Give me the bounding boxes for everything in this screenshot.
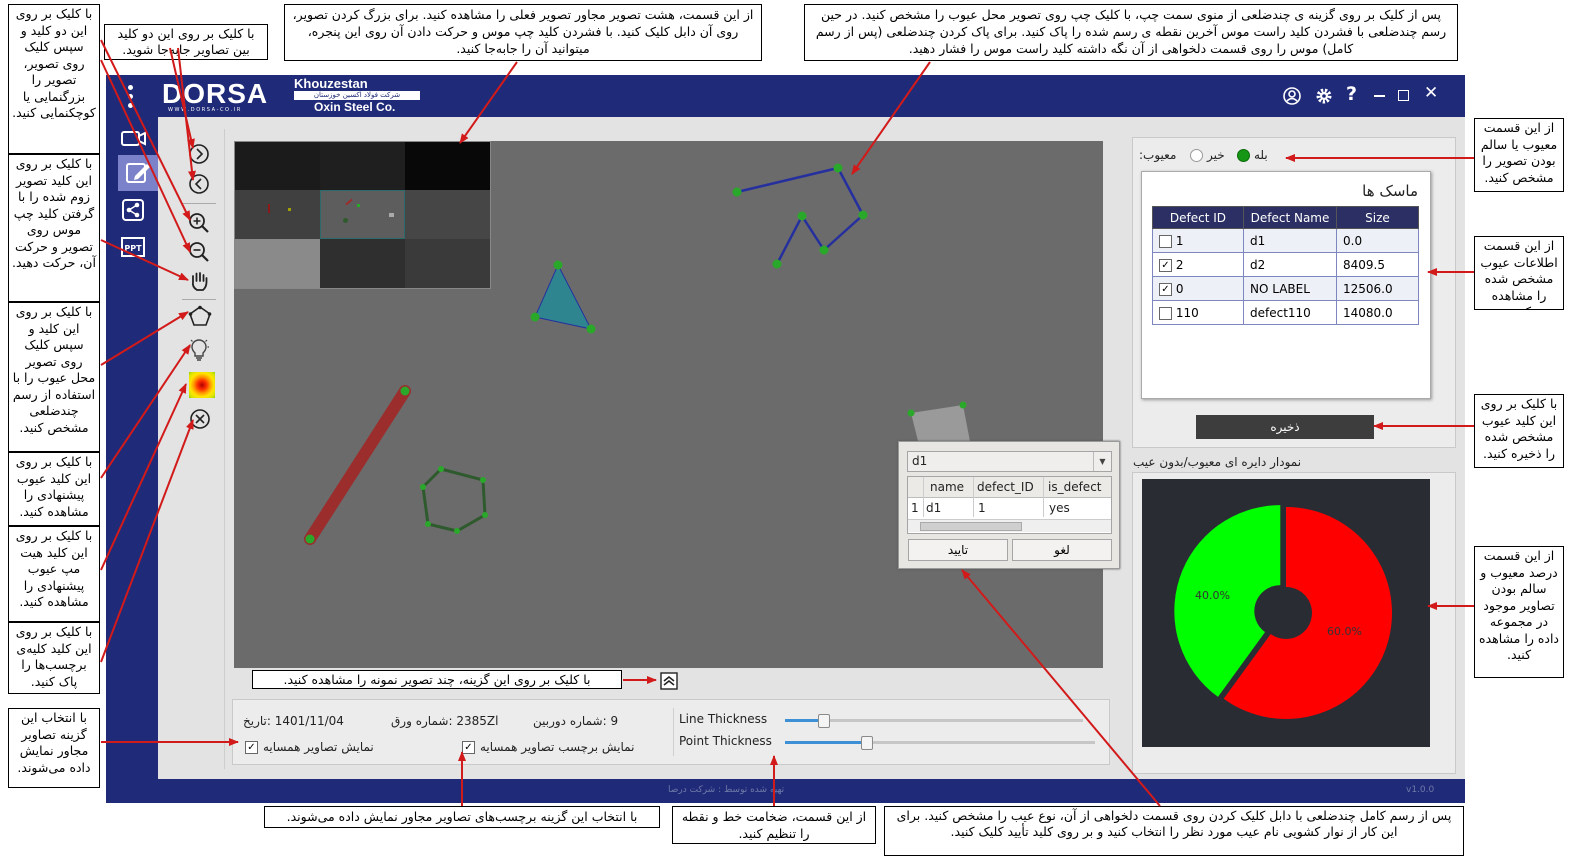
- annotation-arrows: [100, 39, 1474, 807]
